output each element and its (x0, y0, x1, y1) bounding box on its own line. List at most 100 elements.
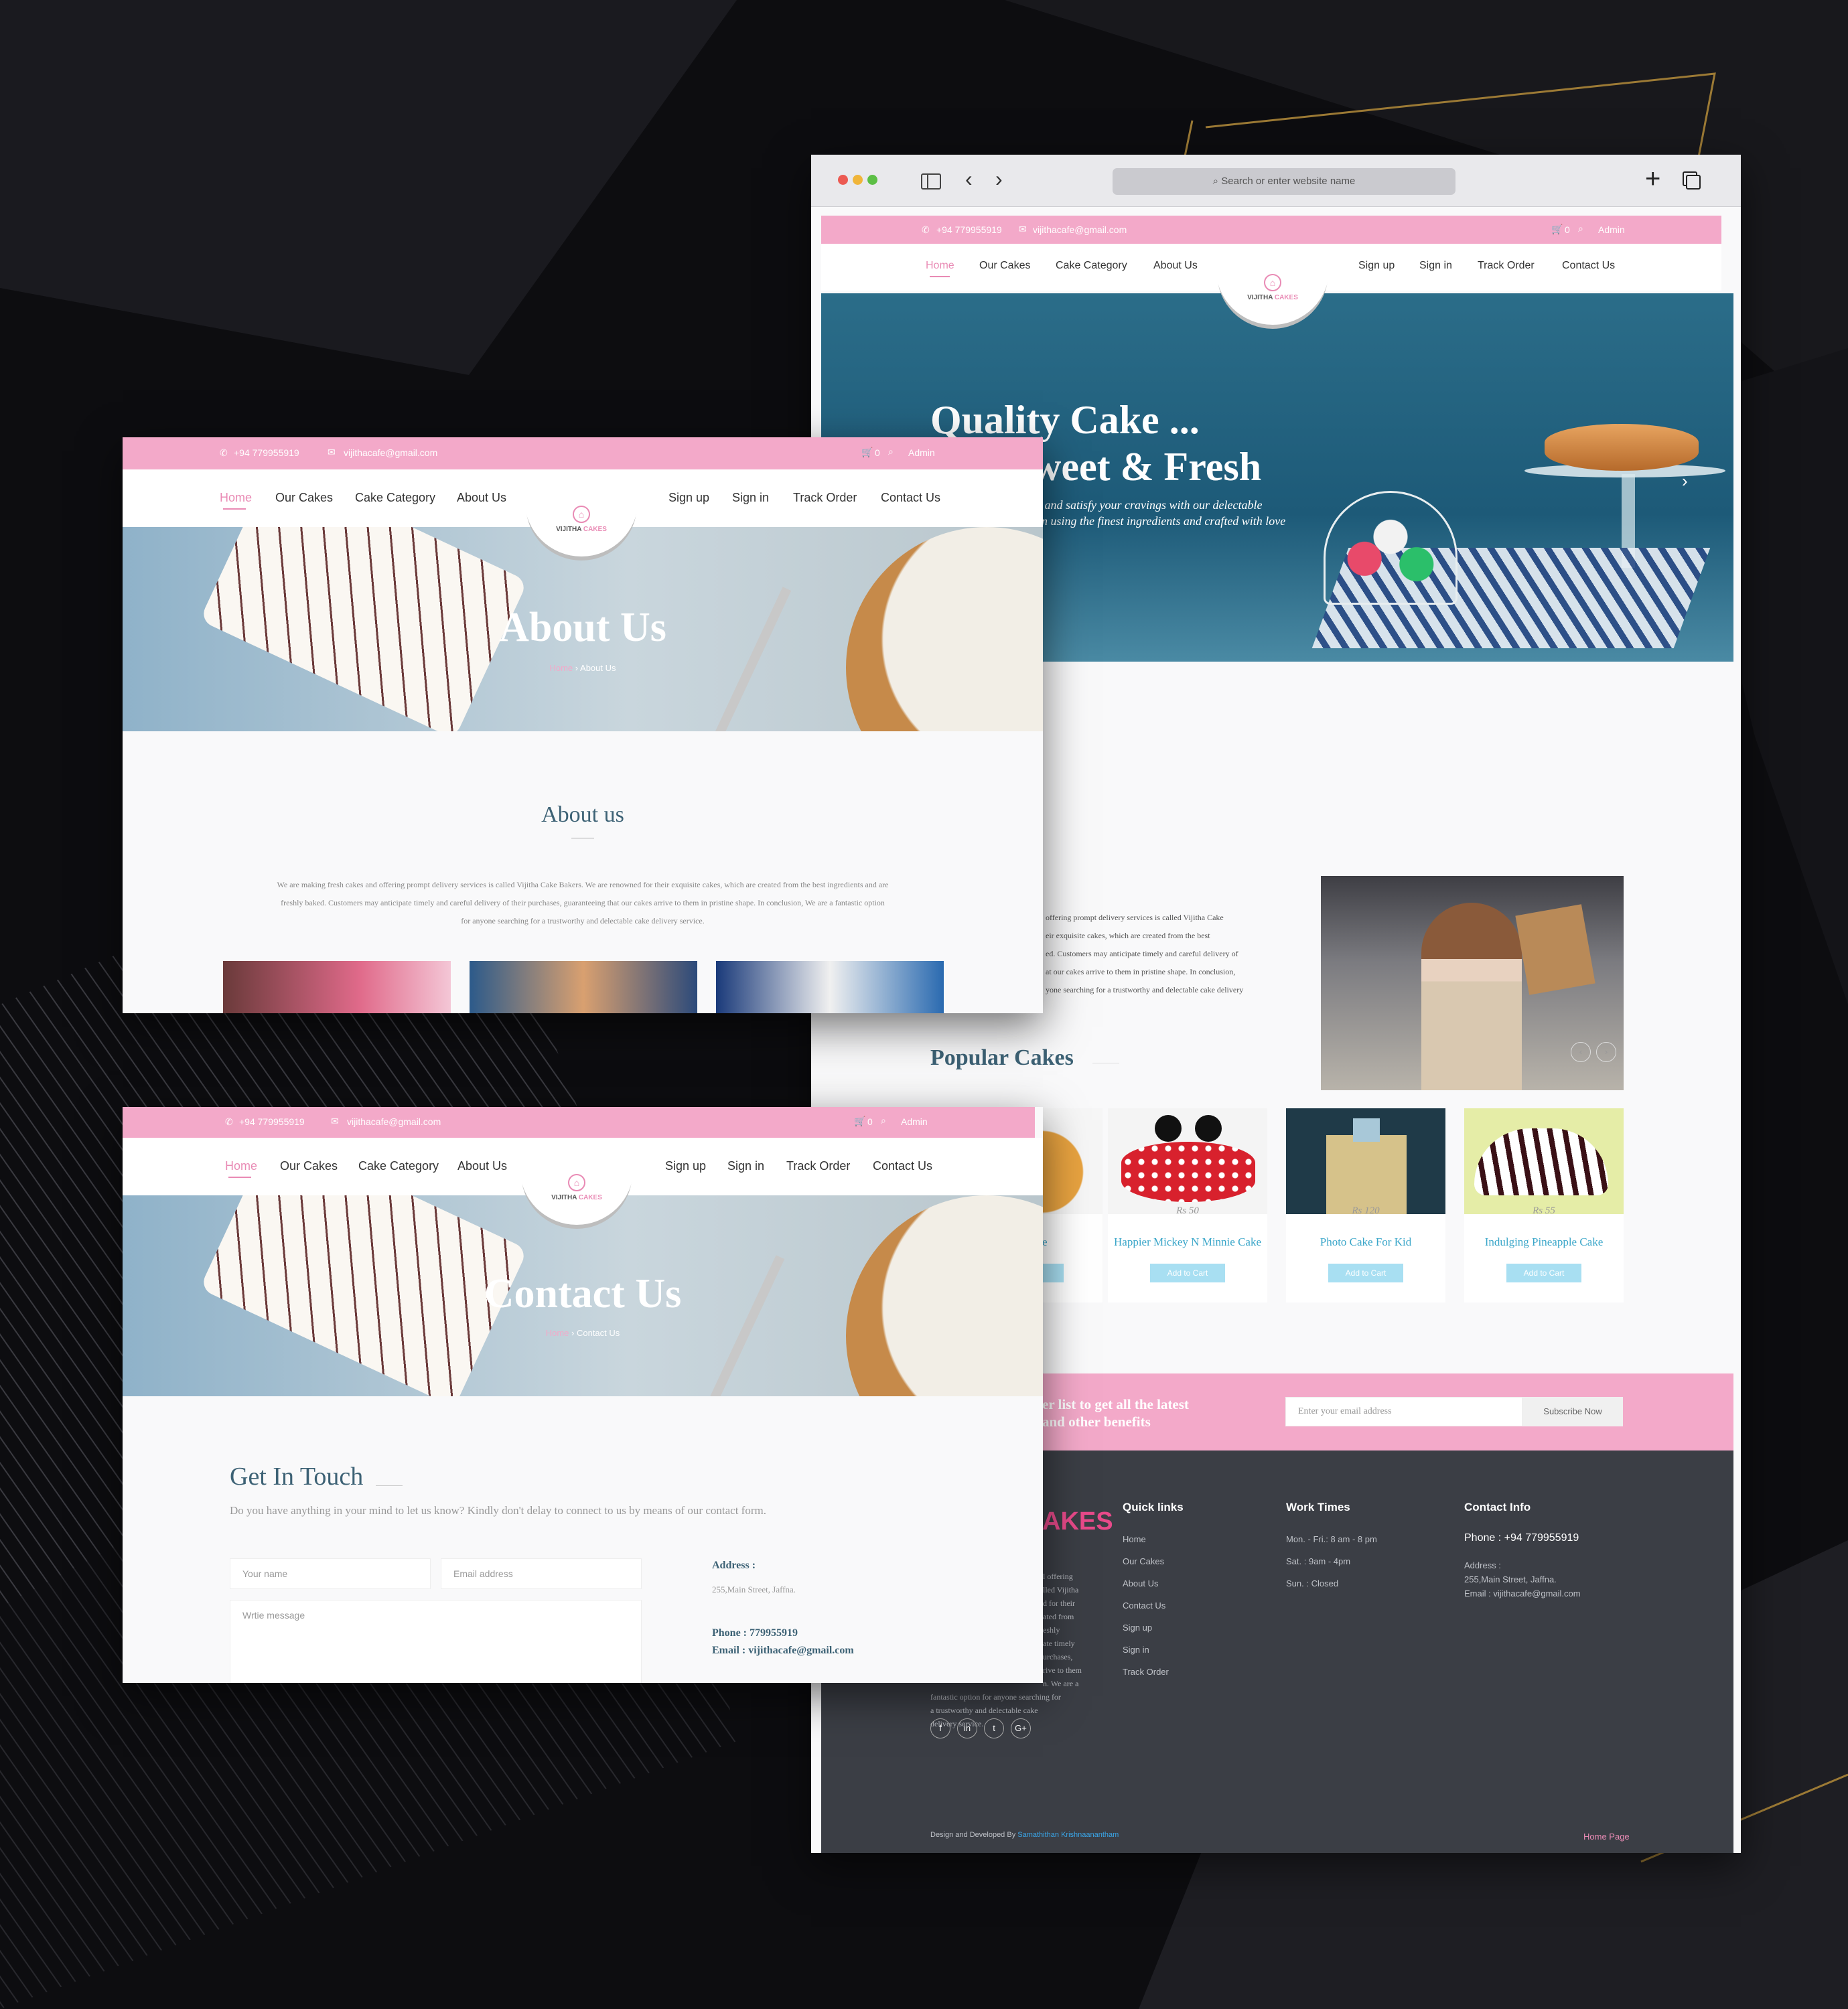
admin-link[interactable]: Admin (901, 1116, 928, 1127)
facebook-icon[interactable]: f (930, 1718, 950, 1738)
back-icon[interactable]: ‹ (965, 167, 973, 192)
home-page-link[interactable]: Home Page (1583, 1832, 1630, 1842)
footer-link[interactable]: Sign up (1123, 1623, 1152, 1633)
name-input[interactable]: Your name (230, 1558, 431, 1589)
nav-track-order[interactable]: Track Order (793, 491, 857, 505)
nav-our-cakes[interactable]: Our Cakes (979, 260, 1030, 272)
email-input[interactable]: Email address (441, 1558, 642, 1589)
admin-link[interactable]: Admin (1598, 224, 1625, 235)
nav-cake-category[interactable]: Cake Category (355, 491, 435, 505)
contact-phone: Phone : 779955919 (712, 1627, 798, 1639)
twitter-icon[interactable]: t (984, 1718, 1004, 1738)
product-price: Rs 50 (1176, 1205, 1199, 1216)
nav-sign-in[interactable]: Sign in (727, 1159, 764, 1173)
maximize-window-button[interactable] (867, 175, 877, 185)
newsletter-email-input[interactable]: Enter your email address (1285, 1397, 1522, 1426)
footer-link[interactable]: About Us (1123, 1578, 1158, 1588)
forward-icon[interactable]: › (995, 167, 1003, 192)
nav-sign-in[interactable]: Sign in (1419, 260, 1452, 272)
top-email[interactable]: vijithacafe@gmail.com (1033, 224, 1127, 235)
about-page-window: ✆ +94 779955919 ✉ vijithacafe@gmail.com … (123, 437, 1043, 1013)
active-underline (930, 276, 950, 277)
nav-home[interactable]: Home (225, 1159, 257, 1173)
linkedin-icon[interactable]: in (957, 1718, 977, 1738)
mail-icon: ✉ (331, 1116, 339, 1126)
nav-track-order[interactable]: Track Order (786, 1159, 850, 1173)
nav-sign-up[interactable]: Sign up (668, 491, 709, 505)
nav-home[interactable]: Home (926, 260, 954, 272)
search-icon[interactable]: ⌕ (888, 446, 894, 457)
top-phone: +94 779955919 (936, 224, 1002, 235)
footer-link[interactable]: Home (1123, 1534, 1146, 1544)
gallery-image (470, 961, 697, 1013)
message-textarea[interactable]: Wrtie message (230, 1600, 642, 1683)
subscribe-button[interactable]: Subscribe Now (1522, 1397, 1623, 1426)
product-card: Rs 50 Happier Mickey N Minnie Cake Add t… (1108, 1108, 1267, 1303)
carousel-prev-button[interactable]: ‹ (1571, 1042, 1591, 1062)
nav-contact-us[interactable]: Contact Us (873, 1159, 932, 1173)
nav-sign-up[interactable]: Sign up (665, 1159, 706, 1173)
contact-hero-banner: Contact Us Home › Contact Us (123, 1195, 1043, 1396)
nav-about-us[interactable]: About Us (457, 1159, 507, 1173)
nav-contact-us[interactable]: Contact Us (1562, 260, 1615, 272)
product-name[interactable]: Indulging Pineapple Cake (1464, 1236, 1624, 1249)
cart-icon[interactable]: 🛒 (854, 1116, 865, 1127)
nav-sign-up[interactable]: Sign up (1358, 260, 1395, 272)
about-line: yone searching for a trustworthy and del… (1046, 985, 1244, 994)
address-bar[interactable]: ⌕ Search or enter website name (1113, 168, 1455, 195)
nav-our-cakes[interactable]: Our Cakes (275, 491, 333, 505)
product-name[interactable]: e (1042, 1236, 1103, 1249)
breadcrumb-home[interactable]: Home (546, 1328, 569, 1338)
product-name[interactable]: Happier Mickey N Minnie Cake (1108, 1236, 1267, 1249)
breadcrumb-home[interactable]: Home (549, 663, 573, 673)
nav-track-order[interactable]: Track Order (1478, 260, 1535, 272)
footer-link[interactable]: Contact Us (1123, 1601, 1165, 1611)
top-email[interactable]: vijithacafe@gmail.com (344, 447, 437, 458)
contact-info-title: Contact Info (1464, 1501, 1531, 1513)
nav-cake-category[interactable]: Cake Category (358, 1159, 439, 1173)
minimize-window-button[interactable] (853, 175, 863, 185)
newsletter-text-1: er list to get all the latest (1042, 1396, 1189, 1412)
search-icon[interactable]: ⌕ (881, 1115, 886, 1126)
nav-contact-us[interactable]: Contact Us (881, 491, 940, 505)
google-plus-icon[interactable]: G+ (1011, 1718, 1031, 1738)
hero-subtext-1: th and satisfy your cravings with our de… (1032, 498, 1263, 512)
logo-cake-icon: ⌂ (573, 506, 590, 523)
top-email[interactable]: vijithacafe@gmail.com (347, 1116, 441, 1127)
nav-home[interactable]: Home (220, 491, 252, 505)
footer-link[interactable]: Our Cakes (1123, 1556, 1164, 1566)
close-window-button[interactable] (838, 175, 848, 185)
work-time: Sat. : 9am - 4pm (1286, 1556, 1351, 1566)
nav-cake-category[interactable]: Cake Category (1056, 260, 1127, 272)
title-underline (376, 1485, 403, 1486)
cart-icon[interactable]: 🛒 (861, 447, 873, 458)
nav-our-cakes[interactable]: Our Cakes (280, 1159, 338, 1173)
add-to-cart-button[interactable]: Add to Cart (1328, 1264, 1403, 1282)
footer-link[interactable]: Sign in (1123, 1645, 1149, 1655)
cart-icon[interactable]: 🛒 (1551, 224, 1563, 235)
footer-email[interactable]: Email : vijithacafe@gmail.com (1464, 1588, 1581, 1598)
carousel-next-icon[interactable]: › (1682, 471, 1688, 492)
add-to-cart-button[interactable]: Add to Cart (1150, 1264, 1225, 1282)
nav-sign-in[interactable]: Sign in (732, 491, 769, 505)
phone-icon: ✆ (922, 224, 930, 235)
about-line: at our cakes arrive to them in pristine … (1046, 967, 1236, 976)
product-card: Rs 120 Photo Cake For Kid Add to Cart (1286, 1108, 1445, 1303)
admin-link[interactable]: Admin (908, 447, 935, 458)
top-phone: +94 779955919 (239, 1116, 305, 1127)
add-to-cart-button[interactable]: Add to Cart (1506, 1264, 1581, 1282)
developer-link[interactable]: Samathithan Krishnaanantham (1017, 1831, 1119, 1839)
product-card-partial: e (989, 1108, 1103, 1303)
nav-about-us[interactable]: About Us (457, 491, 506, 505)
gallery-image (716, 961, 944, 1013)
footer-link[interactable]: Track Order (1123, 1667, 1169, 1677)
nav-about-us[interactable]: About Us (1153, 260, 1198, 272)
tabs-overview-icon[interactable] (1686, 175, 1701, 190)
new-tab-icon[interactable]: + (1645, 164, 1660, 194)
carousel-next-button[interactable]: › (1596, 1042, 1616, 1062)
contact-email[interactable]: Email : vijithacafe@gmail.com (712, 1645, 854, 1657)
top-contact-bar: ✆ +94 779955919 ✉ vijithacafe@gmail.com … (821, 216, 1721, 244)
product-name[interactable]: Photo Cake For Kid (1286, 1236, 1445, 1249)
search-icon[interactable]: ⌕ (1578, 223, 1583, 234)
sidebar-icon[interactable] (921, 173, 941, 190)
